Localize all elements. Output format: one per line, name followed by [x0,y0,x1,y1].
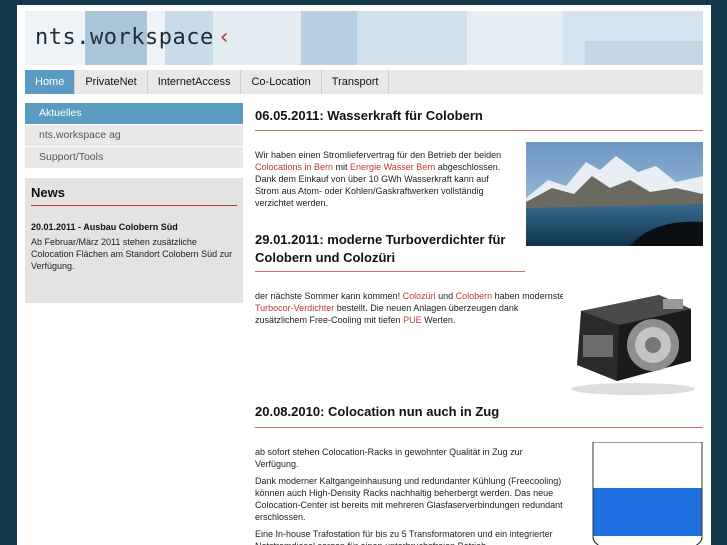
tab-home[interactable]: Home [25,70,76,94]
link-turbocor-verdichter[interactable]: Turbocor-Verdichter [255,303,334,313]
tab-privatenet[interactable]: PrivateNet [75,70,148,94]
link-pue[interactable]: PUE [403,315,422,325]
news-item-text: Ab Februar/März 2011 stehen zusätzliche … [31,237,233,271]
news-item-title: 20.01.2011 - Ausbau Colobern Süd [31,222,178,232]
compressor-photo [563,285,703,397]
link-colobern[interactable]: Colobern [456,291,493,301]
page: nts.workspace ‹ Home PrivateNet InternetA… [17,5,711,545]
header-banner: nts.workspace ‹ [25,11,703,65]
article-paragraph-3: Eine In-house Trafostation für bis zu 5 … [255,529,553,545]
article-title: 29.01.2011: moderne Turboverdichter für C… [255,232,506,265]
article-paragraph-1: ab sofort stehen Colocation-Racks in gew… [255,447,523,469]
tab-internetaccess[interactable]: InternetAccess [147,70,242,94]
article-turboverdichter: 29.01.2011: moderne Turboverdichter für C… [255,231,703,397]
article-zug: 20.08.2010: Colocation nun auch in Zug a… [255,403,703,545]
main-nav: Home PrivateNet InternetAccess Co-Locati… [25,70,703,94]
zug-coat-of-arms-image [592,442,703,545]
article-divider [255,271,525,272]
article-paragraph-2: Dank moderner Kaltgangeinhausung und red… [255,476,563,522]
logo-chevron-icon: ‹ [217,25,232,50]
tab-transport[interactable]: Transport [321,70,390,94]
sidebar-item-nts-workspace-ag[interactable]: nts.workspace ag [25,125,243,146]
tab-co-location[interactable]: Co-Location [241,70,322,94]
link-colocations-in-bern[interactable]: Colocations in Bern [255,162,333,172]
news-box: News 20.01.2011 - Ausbau Colobern Süd Ab… [25,178,243,303]
news-heading: News [31,185,65,200]
article-wasserkraft: 06.05.2011: Wasserkraft für Colobern Wir… [255,103,703,246]
article-divider [255,427,703,428]
link-colozueri[interactable]: Colozüri [403,291,436,301]
article-divider [255,130,703,131]
sidebar-item-support-tools[interactable]: Support/Tools [25,147,243,168]
article-title: 20.08.2010: Colocation nun auch in Zug [255,404,500,419]
sidebar-item-aktuelles[interactable]: Aktuelles [25,103,243,124]
link-energie-wasser-bern[interactable]: Energie Wasser Bern [350,162,435,172]
logo-text: nts.workspace [35,25,214,50]
sidebar-nav: Aktuelles nts.workspace ag Support/Tools [25,103,243,169]
site-logo[interactable]: nts.workspace ‹ [35,25,231,50]
compressor-image [563,285,703,397]
zug-coat-of-arms [592,442,703,545]
article-text: Wir haben einen Stromliefervertrag für d… [255,150,502,208]
article-text: der nächste Sommer kann kommen! Colozüri… [255,291,565,325]
article-title: 06.05.2011: Wasserkraft für Colobern [255,108,483,123]
